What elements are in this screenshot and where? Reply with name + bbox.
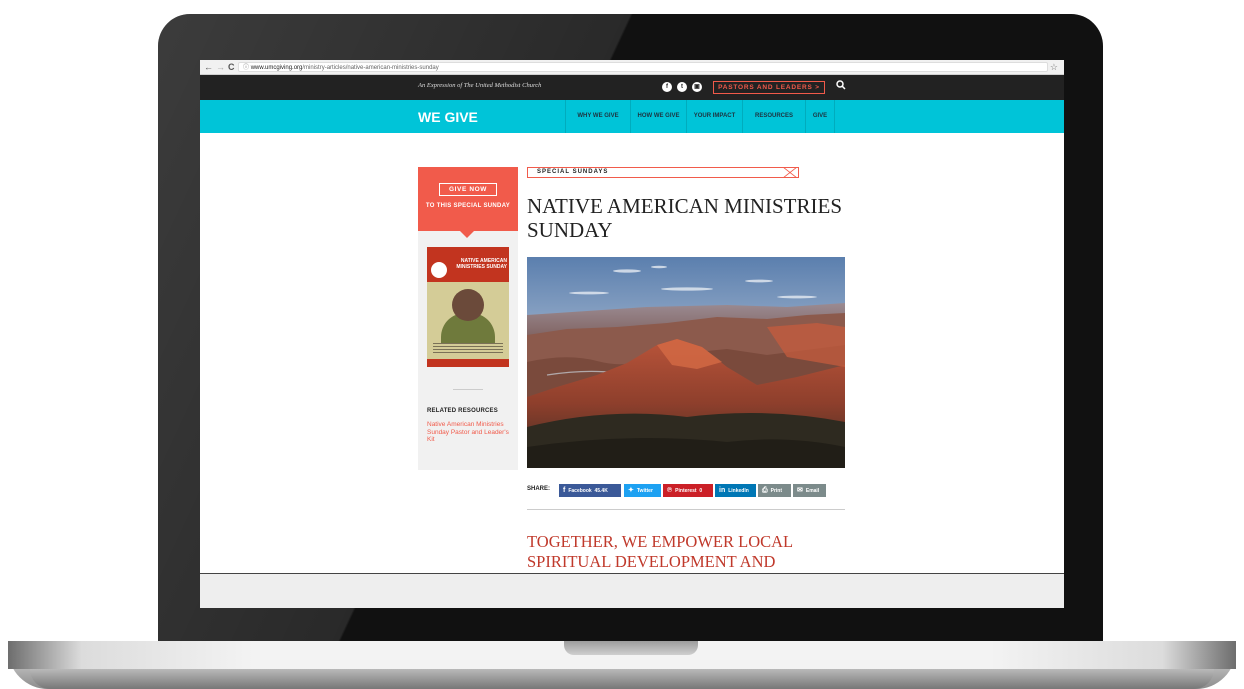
category-tag-label: SPECIAL SUNDAYS [537, 169, 609, 175]
umc-expression-text[interactable]: An Expression of The United Methodist Ch… [418, 82, 541, 89]
poster-badge [430, 261, 448, 279]
give-now-button[interactable]: GIVE NOW [439, 183, 497, 196]
laptop-screen: ← → C ⓘ www.umcgiving.org/ministry-artic… [200, 60, 1064, 608]
section-subheading: TOGETHER, WE EMPOWER LOCAL SPIRITUAL DEV… [527, 532, 793, 571]
page-title: NATIVE AMERICAN MINISTRIES SUNDAY [527, 194, 842, 242]
pinterest-share-label: Pinterest [675, 488, 697, 494]
email-icon: ✉ [797, 487, 803, 494]
address-bar[interactable]: ⓘ www.umcgiving.org/ministry-articles/na… [238, 62, 1048, 72]
facebook-share-label: Facebook [568, 488, 592, 494]
poster-person-face [452, 289, 484, 321]
twitter-share-button[interactable]: ✦ Twitter [624, 484, 661, 497]
print-icon: ⎙ [762, 487, 768, 494]
laptop-notch [564, 641, 698, 655]
give-now-subtitle: TO THIS SPECIAL SUNDAY [425, 203, 511, 209]
we-give-logo[interactable]: WE GIVE [418, 109, 478, 125]
linkedin-icon: in [719, 487, 726, 494]
screen-lower-bezel [200, 573, 1064, 608]
twitter-icon: ✦ [628, 487, 634, 494]
pinterest-icon: ℗ [667, 487, 673, 494]
main-nav: WE GIVE WHY WE GIVE HOW WE GIVE YOUR IMP… [200, 100, 1064, 133]
nav-give[interactable]: GIVE [806, 100, 834, 133]
url-host: www.umcgiving.org [250, 65, 303, 71]
reload-icon[interactable]: C [228, 61, 235, 73]
facebook-icon: f [563, 487, 566, 494]
pinterest-share-count: 0 [699, 488, 703, 494]
twitter-icon[interactable]: t [677, 82, 687, 92]
laptop-base-bottom [30, 669, 1214, 689]
bookmark-star-icon[interactable]: ☆ [1050, 61, 1058, 73]
facebook-share-count: 45.4K [594, 488, 608, 494]
poster-title: NATIVE AMERICAN MINISTRIES SUNDAY [456, 258, 507, 270]
info-icon: ⓘ [243, 65, 250, 71]
category-tag[interactable]: SPECIAL SUNDAYS [527, 167, 799, 178]
tag-cross-decoration-icon [782, 167, 798, 178]
poster-footer [427, 359, 509, 367]
nav-how-we-give[interactable]: HOW WE GIVE [631, 100, 686, 133]
twitter-share-label: Twitter [636, 488, 653, 494]
sidebar-divider [453, 389, 483, 390]
hero-image [527, 257, 845, 468]
poster-quote [433, 343, 503, 353]
give-panel-arrow [460, 231, 474, 238]
email-share-label: Email [805, 488, 820, 494]
print-button[interactable]: ⎙ Print [758, 484, 791, 497]
nav-your-impact[interactable]: YOUR IMPACT [687, 100, 742, 133]
share-label: SHARE: [527, 486, 551, 492]
email-share-button[interactable]: ✉ Email [793, 484, 826, 497]
back-icon[interactable]: ← [204, 61, 213, 73]
browser-toolbar: ← → C ⓘ www.umcgiving.org/ministry-artic… [200, 60, 1064, 75]
search-icon[interactable] [836, 80, 846, 92]
facebook-icon[interactable]: f [662, 82, 672, 92]
forward-icon[interactable]: → [216, 61, 225, 73]
nav-resources[interactable]: RESOURCES [743, 100, 805, 133]
share-divider [527, 509, 845, 510]
related-resources-heading: RELATED RESOURCES [427, 408, 498, 414]
linkedin-share-label: LinkedIn [728, 488, 749, 494]
pinterest-share-button[interactable]: ℗ Pinterest 0 [663, 484, 713, 497]
instagram-icon[interactable]: ▣ [692, 82, 702, 92]
nav-divider [834, 100, 835, 133]
url-path: /ministry-articles/native-american-minis… [302, 65, 439, 71]
linkedin-share-button[interactable]: in LinkedIn [715, 484, 756, 497]
top-bar: An Expression of The United Methodist Ch… [200, 75, 1064, 100]
nav-why-we-give[interactable]: WHY WE GIVE [566, 100, 630, 133]
related-resource-link[interactable]: Native American Ministries Sunday Pastor… [427, 421, 511, 444]
pastors-and-leaders-button[interactable]: PASTORS AND LEADERS > [713, 81, 825, 94]
ministry-poster-image[interactable]: NATIVE AMERICAN MINISTRIES SUNDAY [427, 247, 509, 367]
facebook-share-button[interactable]: f Facebook 45.4K [559, 484, 621, 497]
sidebar: GIVE NOW TO THIS SPECIAL SUNDAY NATIVE A… [418, 167, 518, 470]
give-now-panel: GIVE NOW TO THIS SPECIAL SUNDAY [418, 167, 518, 231]
print-label: Print [770, 488, 782, 494]
